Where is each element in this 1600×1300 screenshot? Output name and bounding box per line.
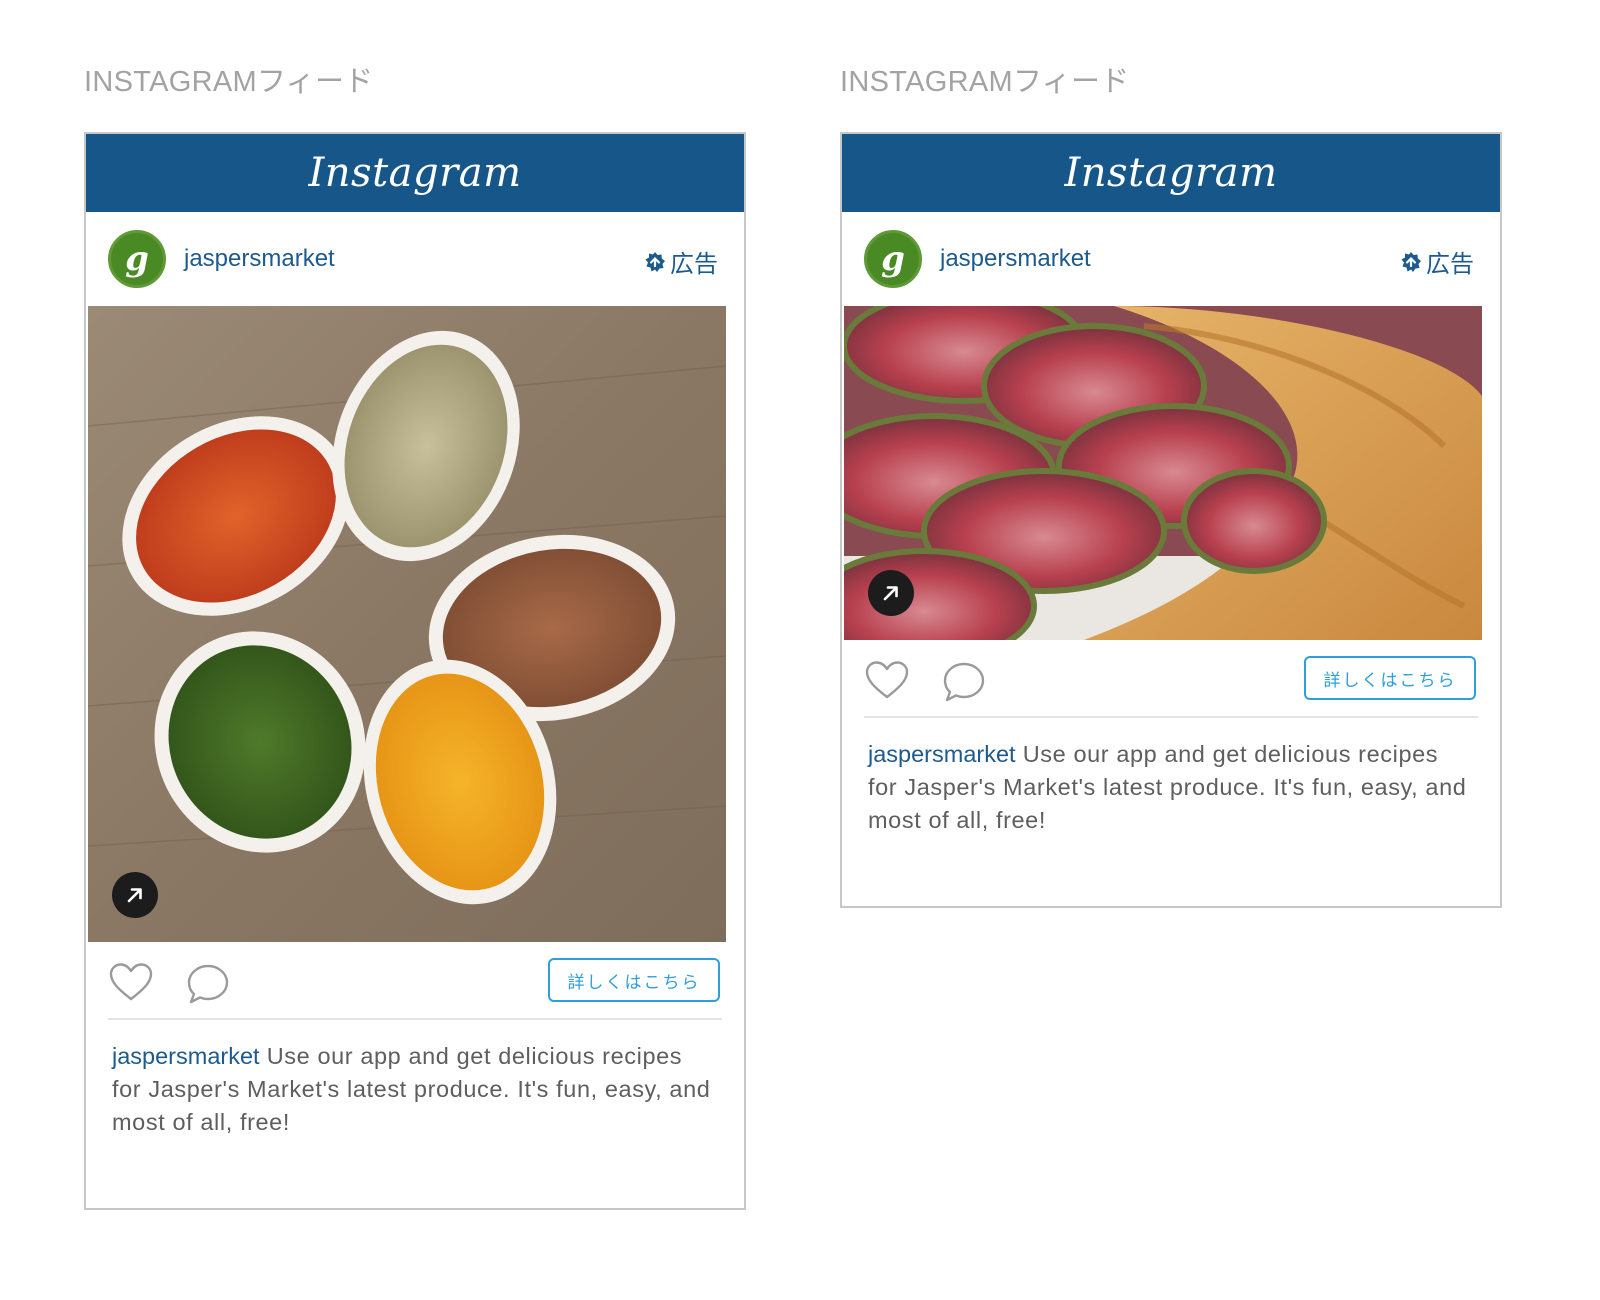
post-actions-row: 詳しくはこちら bbox=[108, 942, 722, 1020]
post-profile-row: g jaspersmarket 広告 bbox=[86, 212, 744, 306]
instagram-header: Instagram bbox=[842, 134, 1500, 212]
heart-icon[interactable] bbox=[864, 660, 910, 700]
instagram-logo: Instagram bbox=[1064, 150, 1278, 196]
comment-icon[interactable] bbox=[186, 963, 230, 1005]
instagram-header: Instagram bbox=[86, 134, 744, 212]
post-image-spices[interactable] bbox=[88, 306, 742, 942]
post-actions-row: 詳しくはこちら bbox=[864, 640, 1478, 718]
arrow-up-right-icon bbox=[127, 888, 142, 903]
instagram-logo: Instagram bbox=[308, 150, 522, 196]
post-caption: jaspersmarket Use our app and get delici… bbox=[112, 1040, 718, 1139]
learn-more-button[interactable]: 詳しくはこちら bbox=[1304, 656, 1476, 700]
arrow-up-right-icon bbox=[883, 586, 898, 601]
section-label: INSTAGRAMフィード bbox=[84, 66, 374, 98]
instagram-feed-card: Instagram g jaspersmarket 広告 詳しくはこちら jas… bbox=[840, 132, 1502, 908]
caption-username-link[interactable]: jaspersmarket bbox=[112, 1043, 260, 1069]
external-link-badge[interactable] bbox=[112, 872, 158, 918]
username-link[interactable]: jaspersmarket bbox=[184, 245, 335, 273]
avatar[interactable]: g bbox=[108, 230, 166, 288]
post-image-fig-tart[interactable] bbox=[844, 306, 1498, 640]
sponsored-label[interactable]: 広告 bbox=[644, 244, 718, 279]
caption-username-link[interactable]: jaspersmarket bbox=[868, 741, 1016, 767]
sponsored-text: 広告 bbox=[1426, 251, 1474, 278]
heart-icon[interactable] bbox=[108, 962, 154, 1002]
section-label: INSTAGRAMフィード bbox=[840, 66, 1130, 98]
sponsored-badge-icon bbox=[644, 251, 666, 273]
post-profile-row: g jaspersmarket 広告 bbox=[842, 212, 1500, 306]
username-link[interactable]: jaspersmarket bbox=[940, 245, 1091, 273]
avatar[interactable]: g bbox=[864, 230, 922, 288]
instagram-feed-card: Instagram g jaspersmarket 広告 詳しくはこちら jas… bbox=[84, 132, 746, 1210]
avatar-logo: g bbox=[125, 239, 149, 279]
external-link-badge[interactable] bbox=[868, 570, 914, 616]
comment-icon[interactable] bbox=[942, 661, 986, 703]
post-caption: jaspersmarket Use our app and get delici… bbox=[868, 738, 1474, 837]
sponsored-badge-icon bbox=[1400, 251, 1422, 273]
avatar-logo: g bbox=[881, 239, 905, 279]
sponsored-label[interactable]: 広告 bbox=[1400, 244, 1474, 279]
sponsored-text: 広告 bbox=[670, 251, 718, 278]
learn-more-button[interactable]: 詳しくはこちら bbox=[548, 958, 720, 1002]
